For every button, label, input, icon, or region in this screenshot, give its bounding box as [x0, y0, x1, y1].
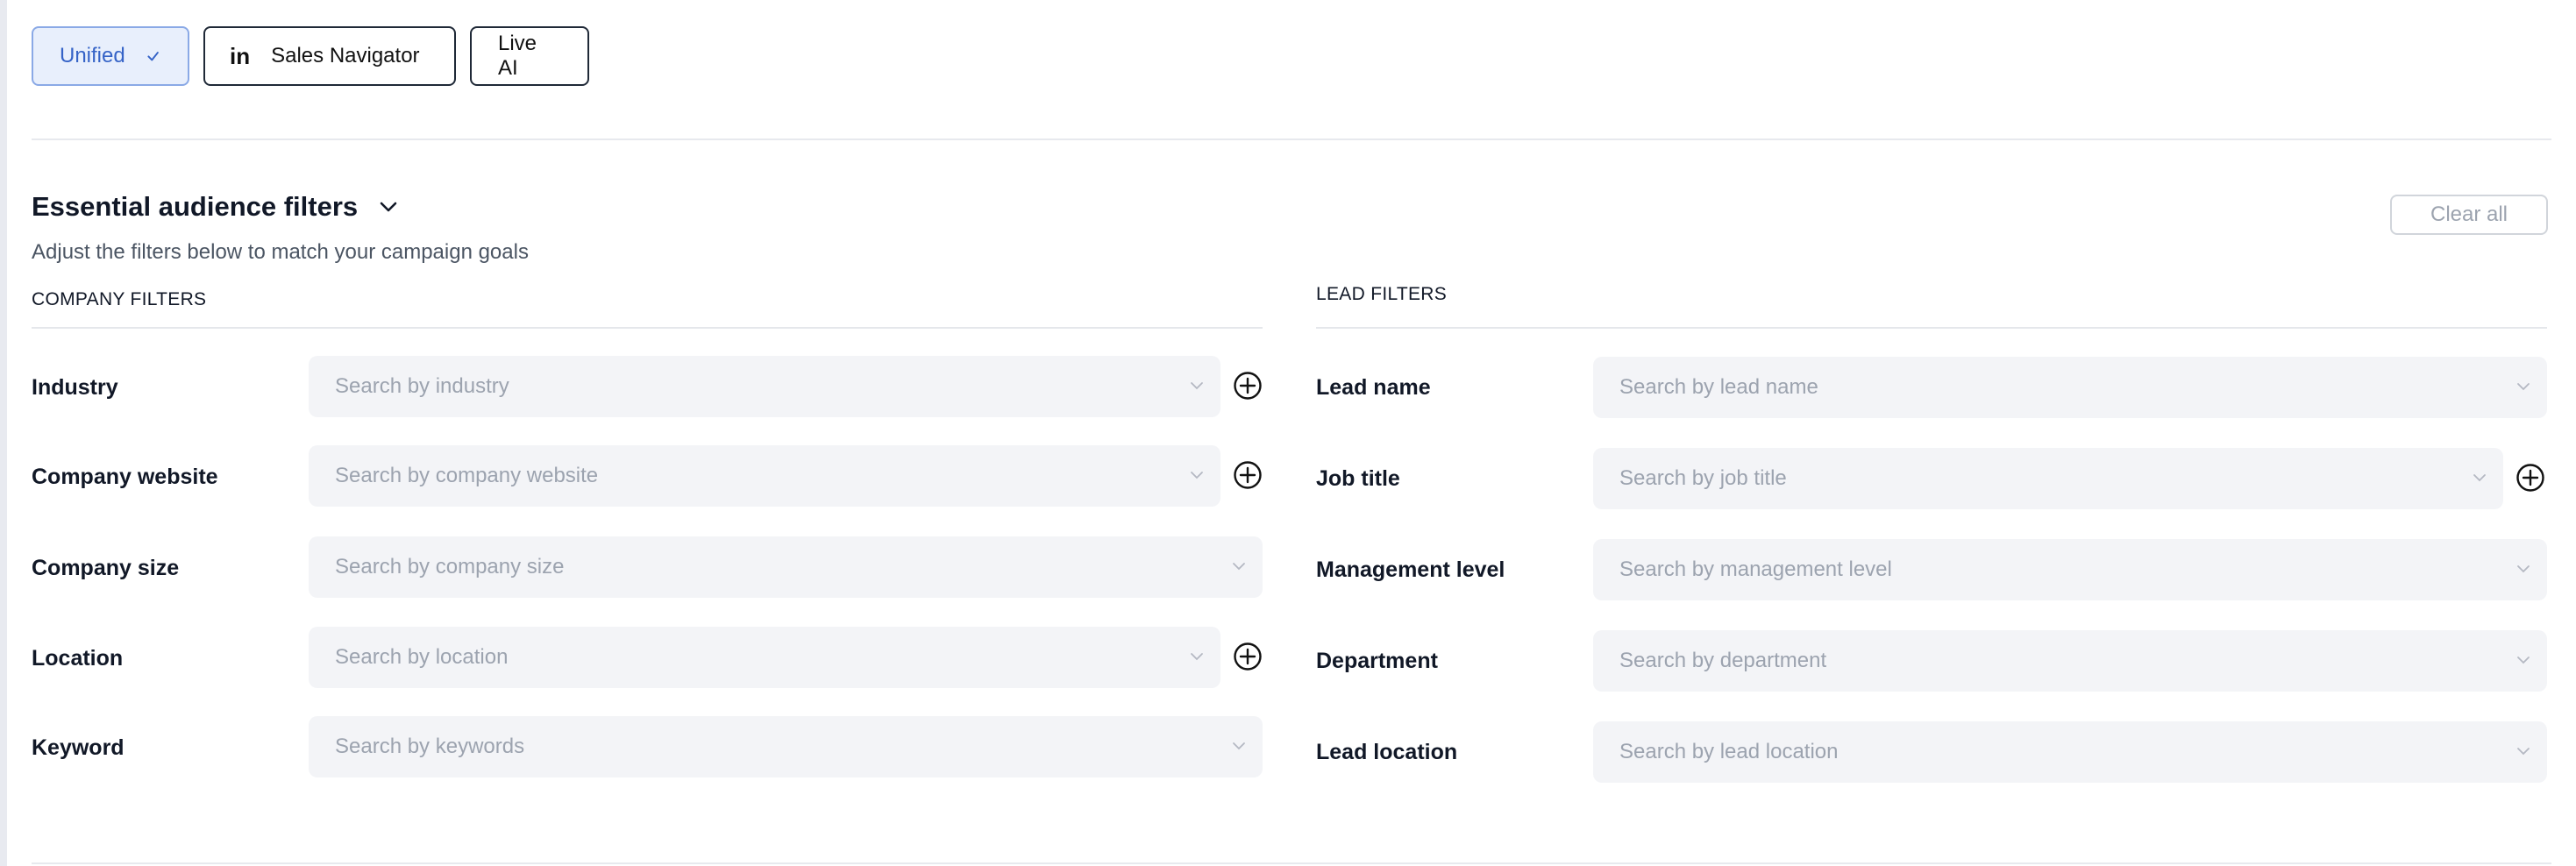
chevron-down-icon [1191, 382, 1203, 390]
department-select[interactable]: Search by department [1593, 630, 2547, 692]
chevron-down-icon [1191, 653, 1203, 661]
industry-label: Industry [32, 375, 118, 400]
tab-label: Live AI [498, 32, 537, 80]
add-company-website-icon[interactable] [1233, 460, 1263, 490]
section-subtitle: Adjust the filters below to match your c… [32, 240, 529, 264]
add-job-title-icon[interactable] [2516, 463, 2545, 493]
left-edge-rule [0, 0, 7, 866]
add-location-icon[interactable] [1233, 642, 1263, 671]
department-placeholder: Search by department [1619, 649, 1827, 672]
job-title-label: Job title [1316, 466, 1400, 491]
chevron-down-icon [2517, 657, 2530, 664]
tab-label: Sales Navigator [271, 44, 420, 67]
lead-name-placeholder: Search by lead name [1619, 375, 1818, 399]
check-icon [147, 52, 159, 61]
section-title: Essential audience filters [32, 191, 359, 222]
location-placeholder: Search by location [335, 645, 509, 669]
company-size-placeholder: Search by company size [335, 555, 565, 579]
linkedin-icon: in [230, 42, 251, 69]
tab-label: Unified [60, 44, 125, 67]
keyword-select[interactable]: Search by keywords [309, 716, 1263, 777]
lead-location-placeholder: Search by lead location [1619, 740, 1839, 763]
management-level-select[interactable]: Search by management level [1593, 539, 2547, 600]
industry-placeholder: Search by industry [335, 374, 509, 398]
location-select[interactable]: Search by location [309, 627, 1220, 688]
clear-all-button[interactable]: Clear all [2390, 195, 2548, 235]
company-filters-heading: COMPANY FILTERS [32, 289, 207, 309]
company-size-select[interactable]: Search by company size [309, 536, 1263, 598]
department-label: Department [1316, 649, 1438, 673]
lead-location-label: Lead location [1316, 740, 1458, 764]
job-title-placeholder: Search by job title [1619, 466, 1787, 490]
chevron-down-icon [2517, 748, 2530, 756]
lead-filters-heading: LEAD FILTERS [1316, 284, 1448, 304]
job-title-select[interactable]: Search by job title [1593, 448, 2503, 509]
company-website-placeholder: Search by company website [335, 464, 599, 487]
tab-unified[interactable]: Unified [32, 26, 189, 86]
lead-name-label: Lead name [1316, 375, 1431, 400]
company-size-label: Company size [32, 556, 180, 580]
keyword-placeholder: Search by keywords [335, 735, 525, 758]
chevron-down-icon [2517, 383, 2530, 391]
lead-filters-rule [1316, 327, 2547, 329]
company-website-select[interactable]: Search by company website [309, 445, 1220, 507]
company-website-label: Company website [32, 465, 218, 489]
lead-location-select[interactable]: Search by lead location [1593, 721, 2547, 783]
chevron-down-icon [1233, 563, 1245, 571]
management-level-label: Management level [1316, 557, 1505, 582]
lead-name-select[interactable]: Search by lead name [1593, 357, 2547, 418]
divider [32, 138, 2551, 140]
source-tabs: Unified in Sales Navigator Live AI [32, 26, 589, 86]
add-industry-icon[interactable] [1233, 371, 1263, 401]
chevron-down-icon[interactable] [375, 194, 402, 220]
management-level-placeholder: Search by management level [1619, 557, 1892, 581]
chevron-down-icon [2517, 565, 2530, 573]
chevron-down-icon [1233, 742, 1245, 750]
keyword-label: Keyword [32, 735, 125, 760]
section-header[interactable]: Essential audience filters [32, 191, 402, 223]
chevron-down-icon [1191, 472, 1203, 479]
industry-select[interactable]: Search by industry [309, 356, 1220, 417]
location-label: Location [32, 646, 124, 671]
chevron-down-icon [2473, 474, 2486, 482]
tab-live-ai[interactable]: Live AI [470, 26, 589, 86]
tab-sales-navigator[interactable]: in Sales Navigator [203, 26, 456, 86]
company-filters-rule [32, 327, 1263, 329]
divider [32, 862, 2551, 864]
